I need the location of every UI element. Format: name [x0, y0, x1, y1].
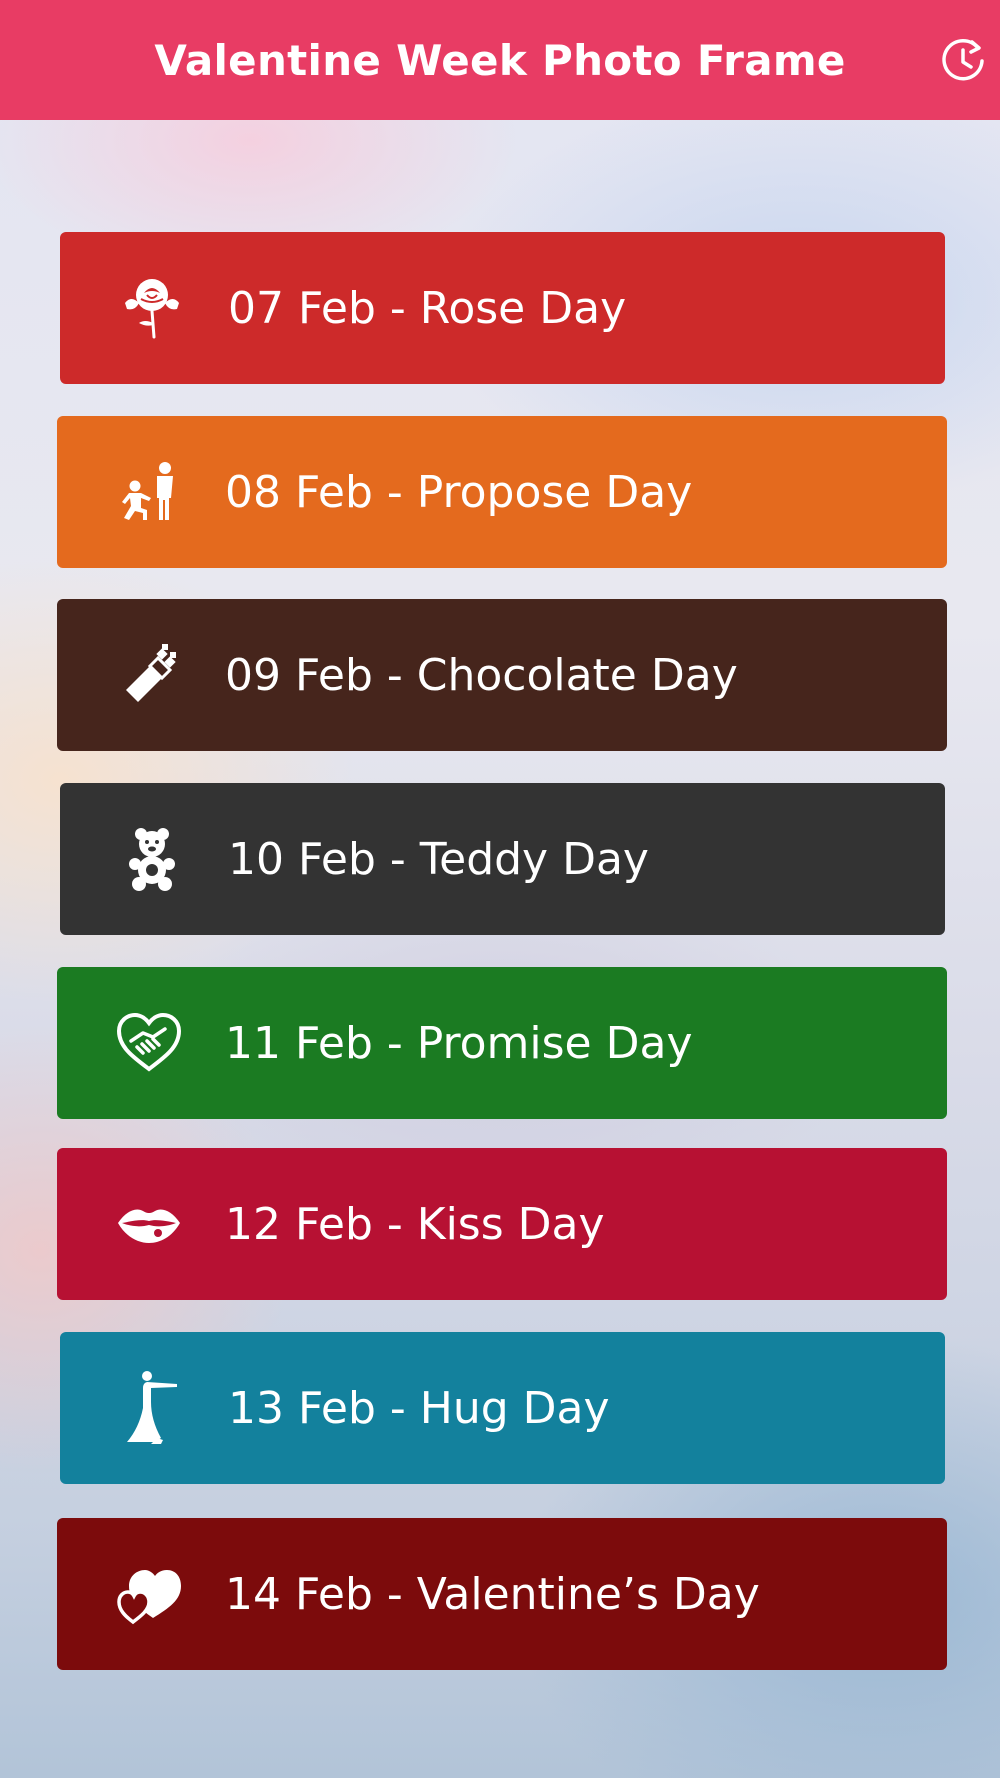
valentines-day-button[interactable]: 14 Feb - Valentine’s Day [57, 1518, 947, 1670]
hug-day-button[interactable]: 13 Feb - Hug Day [60, 1332, 945, 1484]
lips-icon [109, 1184, 189, 1264]
day-list: 07 Feb - Rose Day 08 Feb - Propose Day 0 [0, 0, 1000, 1778]
kiss-day-button[interactable]: 12 Feb - Kiss Day [57, 1148, 947, 1300]
teddy-bear-icon [112, 819, 192, 899]
hug-icon [112, 1368, 192, 1448]
chocolate-icon [109, 635, 189, 715]
propose-icon [109, 452, 189, 532]
rose-day-button[interactable]: 07 Feb - Rose Day [60, 232, 945, 384]
handshake-heart-icon [109, 1003, 189, 1083]
hearts-icon [109, 1554, 189, 1634]
day-label: 10 Feb - Teddy Day [228, 833, 649, 885]
chocolate-day-button[interactable]: 09 Feb - Chocolate Day [57, 599, 947, 751]
day-label: 07 Feb - Rose Day [228, 282, 627, 334]
day-label: 11 Feb - Promise Day [225, 1017, 693, 1069]
teddy-day-button[interactable]: 10 Feb - Teddy Day [60, 783, 945, 935]
day-label: 14 Feb - Valentine’s Day [225, 1568, 760, 1620]
day-label: 13 Feb - Hug Day [228, 1382, 610, 1434]
day-label: 08 Feb - Propose Day [225, 466, 693, 518]
day-label: 12 Feb - Kiss Day [225, 1198, 605, 1250]
promise-day-button[interactable]: 11 Feb - Promise Day [57, 967, 947, 1119]
propose-day-button[interactable]: 08 Feb - Propose Day [57, 416, 947, 568]
rose-icon [112, 268, 192, 348]
day-label: 09 Feb - Chocolate Day [225, 649, 738, 701]
